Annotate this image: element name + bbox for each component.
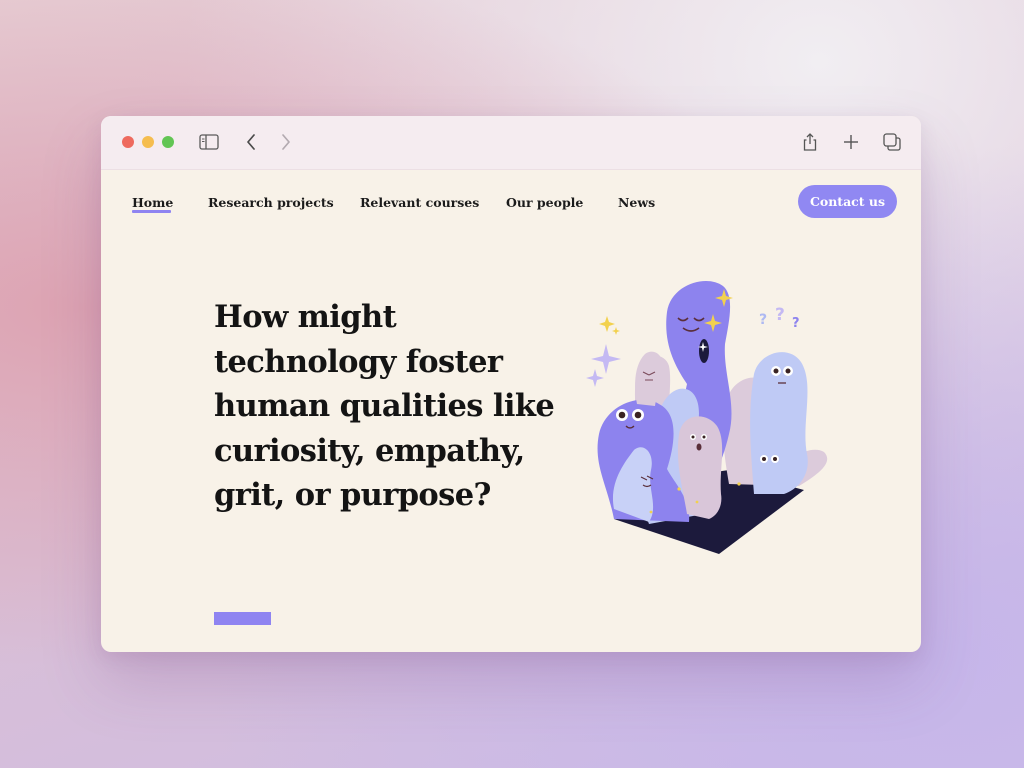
creature-eye: [699, 339, 709, 363]
forward-icon[interactable]: [274, 131, 296, 153]
creature-eye: [691, 435, 695, 439]
creature-eye: [702, 435, 706, 439]
accent-bar: [214, 612, 271, 625]
headline-line: curiosity, empathy,: [214, 432, 525, 469]
sparkle: [649, 510, 653, 514]
question-mark: ?: [775, 305, 785, 325]
sparkle: [737, 482, 741, 486]
creature-eye: [634, 411, 642, 419]
nav-item-news[interactable]: News: [618, 195, 655, 210]
headline-line: human qualities like: [214, 388, 555, 424]
tabs-overview-icon[interactable]: [881, 131, 903, 153]
plus-icon[interactable]: [840, 131, 862, 153]
browser-window: Home Research projects Relevant courses …: [101, 116, 921, 652]
nav-item-our-people[interactable]: Our people: [506, 195, 583, 210]
headline-line: technology foster: [214, 343, 503, 380]
back-icon[interactable]: [241, 131, 263, 153]
sparkle: [599, 316, 615, 332]
creature-eye: [773, 368, 779, 374]
question-mark: ?: [792, 316, 800, 331]
curious-creatures-illustration: ? ? ?: [586, 281, 828, 554]
share-icon[interactable]: [799, 131, 821, 153]
headline-line: grit, or purpose?: [214, 477, 491, 513]
active-nav-underline: [132, 210, 171, 213]
nav-item-relevant-courses[interactable]: Relevant courses: [360, 195, 479, 210]
creature-mouth: [696, 443, 702, 451]
headline-line: How might: [214, 299, 397, 335]
question-mark: ?: [759, 312, 767, 328]
contact-us-button[interactable]: Contact us: [798, 185, 897, 218]
sparkle: [677, 487, 681, 491]
hero-headline: How might technology foster human qualit…: [214, 295, 574, 518]
creature-eye: [785, 368, 791, 374]
sparkle: [612, 327, 620, 335]
sparkle: [695, 500, 699, 504]
browser-toolbar: [101, 116, 921, 170]
creature-eye: [773, 457, 777, 461]
page-content: Home Research projects Relevant courses …: [101, 170, 921, 652]
nav-item-research-projects[interactable]: Research projects: [208, 195, 334, 210]
nav-item-home[interactable]: Home: [132, 195, 173, 210]
creature-eye: [618, 411, 626, 419]
minimize-window-button[interactable]: [142, 136, 154, 148]
sparkles-lavender: [586, 344, 621, 387]
sidebar-toggle-icon[interactable]: [198, 131, 220, 153]
close-window-button[interactable]: [122, 136, 134, 148]
sparkle: [586, 369, 604, 387]
question-marks: ? ? ?: [759, 305, 800, 331]
maximize-window-button[interactable]: [162, 136, 174, 148]
sparkle: [591, 344, 621, 374]
creature-eye: [762, 457, 766, 461]
